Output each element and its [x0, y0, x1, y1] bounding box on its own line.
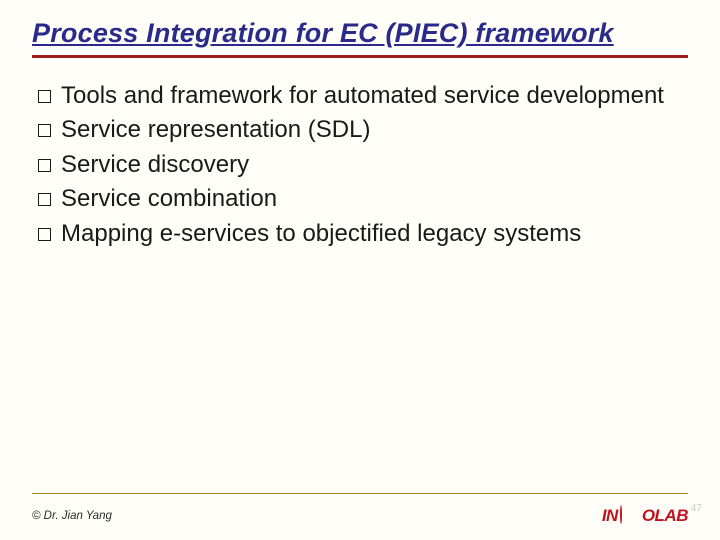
bullet-text: Service combination — [61, 183, 688, 215]
list-item: Service discovery — [38, 149, 688, 181]
bullet-text: Service discovery — [61, 149, 688, 181]
logo-text-olab: OLAB — [642, 506, 688, 526]
list-item: Service combination — [38, 183, 688, 215]
infolab-logo: IN OLAB — [602, 506, 688, 526]
bullet-text: Mapping e-services to objectified legacy… — [61, 218, 688, 250]
logo-text-in: IN — [602, 506, 618, 526]
square-bullet-icon — [38, 90, 51, 103]
square-bullet-icon — [38, 193, 51, 206]
footer-rule — [32, 493, 688, 494]
list-item: Tools and framework for automated servic… — [38, 80, 688, 112]
globe-icon — [620, 506, 640, 526]
page-number: 47 — [691, 503, 702, 514]
square-bullet-icon — [38, 159, 51, 172]
bullet-list: Tools and framework for automated servic… — [32, 80, 688, 250]
footer: © Dr. Jian Yang IN OLAB — [32, 506, 688, 526]
list-item: Service representation (SDL) — [38, 114, 688, 146]
bullet-text: Service representation (SDL) — [61, 114, 688, 146]
square-bullet-icon — [38, 124, 51, 137]
slide-title: Process Integration for EC (PIEC) framew… — [32, 18, 688, 57]
list-item: Mapping e-services to objectified legacy… — [38, 218, 688, 250]
slide: Process Integration for EC (PIEC) framew… — [0, 0, 720, 540]
square-bullet-icon — [38, 228, 51, 241]
bullet-text: Tools and framework for automated servic… — [61, 80, 688, 112]
title-rule — [32, 55, 688, 58]
copyright-text: © Dr. Jian Yang — [32, 510, 112, 522]
